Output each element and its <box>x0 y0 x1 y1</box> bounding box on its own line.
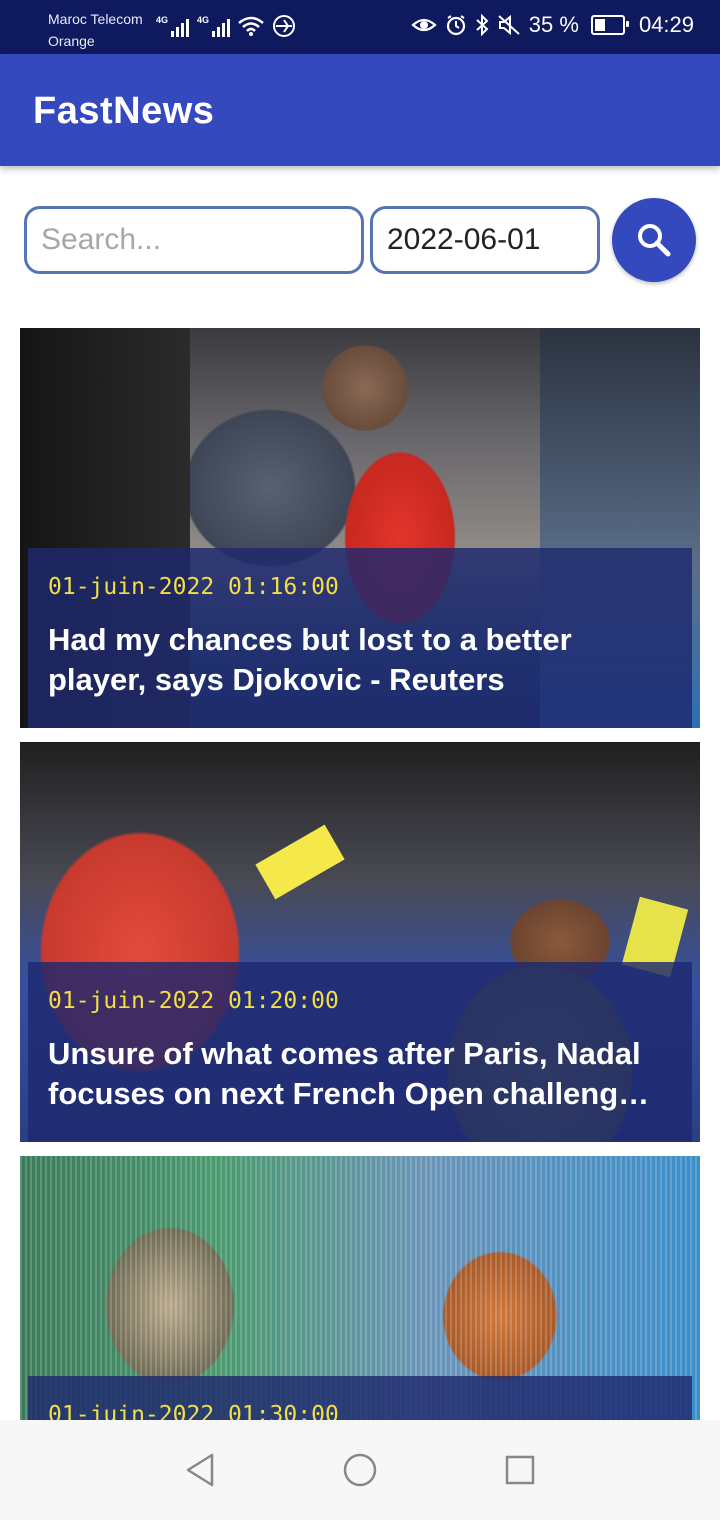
carrier-info: Maroc Telecom Orange <box>48 8 143 52</box>
status-right: 35 % 04:29 <box>411 12 694 38</box>
clock: 04:29 <box>638 12 694 37</box>
news-headline: Had my chances but lost to a better play… <box>48 622 572 697</box>
alarm-icon <box>445 14 467 36</box>
home-icon <box>343 1453 377 1487</box>
search-input[interactable]: Search... <box>24 206 364 274</box>
news-card[interactable]: 01-juin-2022 01:20:00 Unsure of what com… <box>20 742 700 1142</box>
search-button[interactable] <box>612 198 696 282</box>
navigation-bar <box>0 1420 720 1520</box>
mute-icon <box>497 14 521 36</box>
battery-icon <box>590 15 629 35</box>
news-list[interactable]: 01-juin-2022 01:16:00 Had my chances but… <box>20 328 700 1420</box>
vpn-icon <box>272 14 296 38</box>
eye-comfort-icon <box>411 15 437 35</box>
date-field[interactable]: 2022-06-01 <box>370 206 600 274</box>
date-value: 2022-06-01 <box>387 223 541 256</box>
signal-icon: 4G <box>156 15 190 37</box>
back-button[interactable] <box>180 1450 220 1490</box>
news-date: 01-juin-2022 01:20:00 <box>48 988 339 1014</box>
app-title: FastNews <box>33 90 215 132</box>
app-bar: FastNews <box>0 54 720 166</box>
status-bar: Maroc Telecom Orange 4G 4G 35 % 04:29 <box>0 0 720 54</box>
home-button[interactable] <box>340 1450 380 1490</box>
battery-percent: 35 % <box>528 12 579 37</box>
news-card[interactable]: 01-juin-2022 01:30:00 <box>20 1156 700 1420</box>
search-placeholder: Search... <box>41 223 162 256</box>
carrier-name-1: Maroc Telecom <box>48 11 143 27</box>
news-card[interactable]: 01-juin-2022 01:16:00 Had my chances but… <box>20 328 700 728</box>
back-icon <box>186 1453 214 1487</box>
search-icon <box>638 224 671 257</box>
network-icons: 4G 4G <box>156 14 296 38</box>
signal-icon: 4G <box>197 15 231 37</box>
news-date: 01-juin-2022 01:16:00 <box>48 574 339 600</box>
carrier-name-2: Orange <box>48 33 95 49</box>
recents-icon <box>505 1455 535 1485</box>
news-headline: Unsure of what comes after Paris, Nadal … <box>48 1036 655 1111</box>
network-type-2: 4G <box>197 15 210 25</box>
recents-button[interactable] <box>500 1450 540 1490</box>
wifi-icon <box>238 16 264 36</box>
news-date: 01-juin-2022 01:30:00 <box>48 1402 339 1420</box>
network-type-1: 4G <box>156 15 169 25</box>
bluetooth-icon <box>475 14 489 36</box>
